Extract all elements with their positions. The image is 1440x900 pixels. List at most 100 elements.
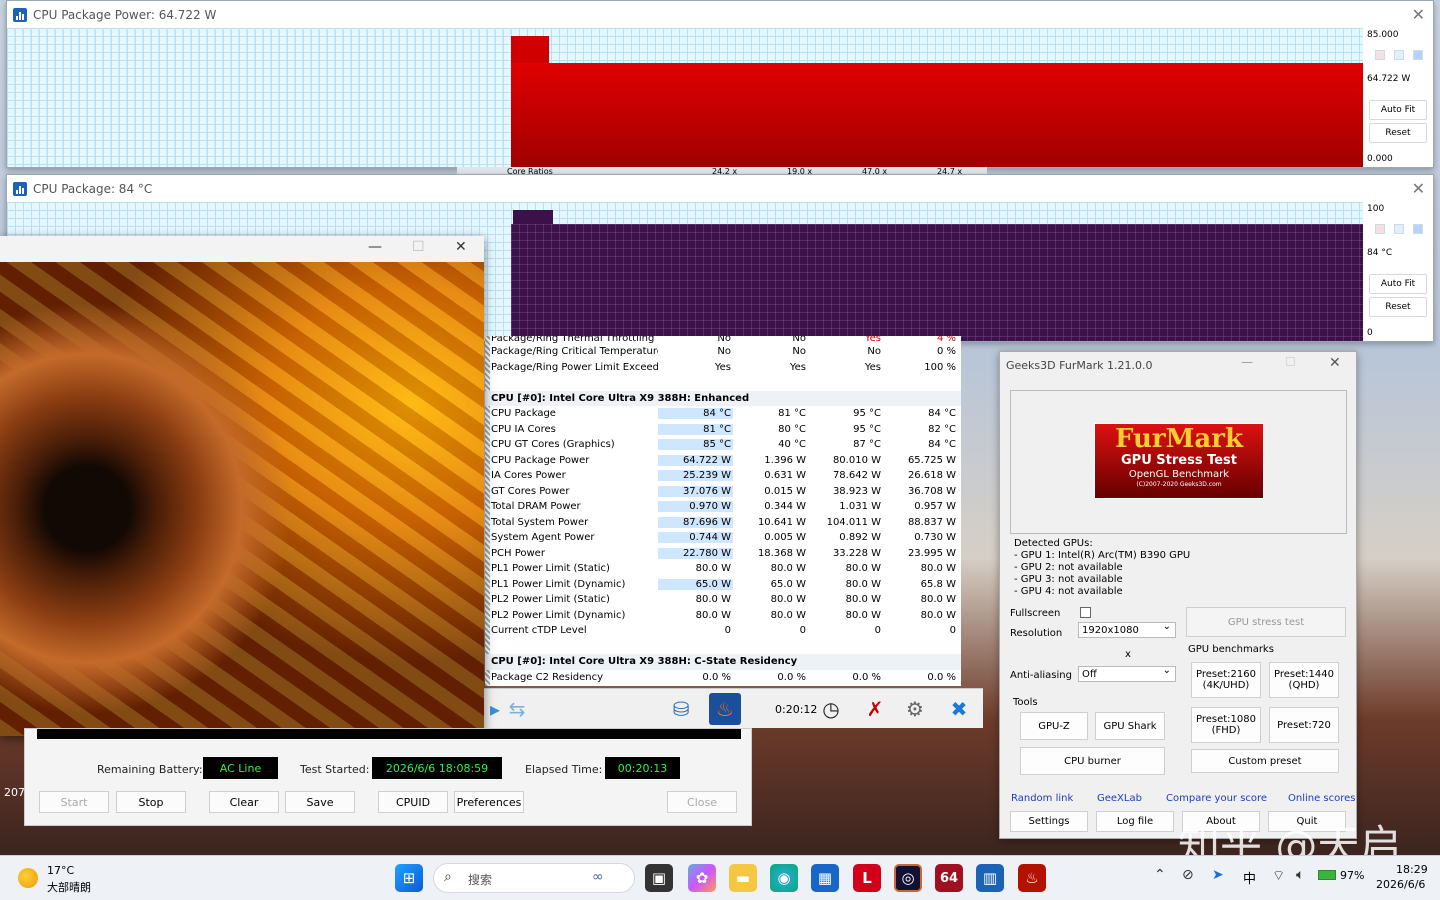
geexlab-link[interactable]: GeeXLab <box>1097 793 1142 804</box>
close-icon[interactable]: ✕ <box>1412 179 1425 198</box>
aida64-icon[interactable]: 64 <box>935 864 963 892</box>
edge-icon[interactable]: ◉ <box>770 864 798 892</box>
start-button[interactable]: Start <box>39 791 109 813</box>
cell-current: 37.076 W <box>658 485 733 497</box>
table-row[interactable]: System Agent Power 0.744 W 0.005 W 0.892 W 0… <box>485 530 961 546</box>
table-row[interactable]: PL2 Power Limit (Static) 80.0 W 80.0 W 80.0… <box>485 592 961 608</box>
power-graph-titlebar[interactable]: CPU Package Power: 64.722 W ✕ <box>7 1 1433 28</box>
windows-start-icon[interactable]: ⊞ <box>395 864 423 892</box>
clock-icon[interactable]: ◷ <box>815 693 847 725</box>
cpu-burner-button[interactable]: CPU burner <box>1020 747 1165 775</box>
color-swatch[interactable] <box>1394 224 1404 234</box>
wifi-icon[interactable]: ⌔ <box>1272 867 1285 885</box>
reset-button[interactable]: Reset <box>1369 123 1427 143</box>
table-row[interactable]: Current cTDP Level 0 0 0 0 <box>485 623 961 639</box>
table-row[interactable]: Package C2 Residency 0.0 % 0.0 % 0.0 % 0… <box>485 670 961 686</box>
color-swatch[interactable] <box>1394 50 1404 60</box>
table-row[interactable]: Total DRAM Power 0.970 W 0.344 W 1.031 W 0.9… <box>485 499 961 515</box>
minimize-icon[interactable]: — <box>368 239 382 255</box>
table-row[interactable]: PL2 Power Limit (Dynamic) 80.0 W 80.0 W 80.… <box>485 608 961 624</box>
color-swatch[interactable] <box>1375 224 1385 234</box>
color-swatch[interactable] <box>1413 224 1423 234</box>
settings-button[interactable]: Settings <box>1010 811 1088 832</box>
table-row[interactable]: Package/Ring Critical Temperature No No … <box>485 344 961 360</box>
color-swatch[interactable] <box>1375 50 1385 60</box>
table-row[interactable]: Total System Power 87.696 W 10.641 W 104.01… <box>485 515 961 531</box>
battery-icon[interactable] <box>1318 870 1336 880</box>
stop-button[interactable]: Stop <box>116 791 186 813</box>
weather-temp[interactable]: 17°C <box>47 864 74 877</box>
close-button[interactable]: Close <box>667 791 737 813</box>
send-icon[interactable]: ➤ <box>1212 867 1224 883</box>
preset-720-button[interactable]: Preset:720 <box>1269 707 1339 743</box>
file-explorer-icon[interactable]: ▬ <box>729 864 757 892</box>
auto-fit-button[interactable]: Auto Fit <box>1369 100 1427 120</box>
lenovo-vantage-icon[interactable]: L <box>853 864 881 892</box>
custom-preset-button[interactable]: Custom preset <box>1191 749 1339 773</box>
render-window-titlebar[interactable]: — ☐ ✕ <box>0 236 484 262</box>
furmark-taskbar-icon[interactable]: ♨ <box>1018 864 1046 892</box>
table-row[interactable]: PL1 Power Limit (Static) 80.0 W 80.0 W 80.0… <box>485 561 961 577</box>
close-icon[interactable]: ✕ <box>455 239 467 255</box>
table-row[interactable]: IA Cores Power 25.239 W 0.631 W 78.642 W 26.… <box>485 468 961 484</box>
preset-2160-button[interactable]: Preset:2160 (4K/UHD) <box>1191 662 1261 698</box>
clear-button[interactable]: Clear <box>209 791 279 813</box>
search-box[interactable]: ⌕ 搜索 ∞ <box>433 863 635 893</box>
table-row[interactable]: PL1 Power Limit (Dynamic) 65.0 W 65.0 W 80.… <box>485 577 961 593</box>
section-header[interactable]: CPU [#0]: Intel Core Ultra X9 388H: Enha… <box>485 390 961 406</box>
copilot-icon[interactable]: ✿ <box>688 864 716 892</box>
reset-log-icon[interactable]: ✗ <box>859 693 891 725</box>
close-icon[interactable]: ✕ <box>1329 355 1341 371</box>
clock-time[interactable]: 18:29 <box>1396 863 1428 876</box>
table-row[interactable]: Package/Ring Thermal Throttling No No Ye… <box>485 336 961 344</box>
log-file-button[interactable]: Log file <box>1096 811 1174 832</box>
store-icon[interactable]: ▦ <box>811 864 839 892</box>
input-language[interactable]: 中 <box>1243 868 1256 887</box>
cpu-flame-icon[interactable]: ♨ <box>709 693 741 725</box>
weather-icon[interactable] <box>18 868 38 888</box>
gear-icon[interactable]: ⚙ <box>899 693 931 725</box>
compare-score-link[interactable]: Compare your score <box>1166 793 1267 804</box>
collapse-arrows-icon[interactable]: ⇆ <box>501 693 533 725</box>
preset-1080-button[interactable]: Preset:1080 (FHD) <box>1191 707 1261 743</box>
close-icon[interactable]: ✕ <box>1412 5 1425 24</box>
task-view-icon[interactable]: ▣ <box>645 864 673 892</box>
table-row[interactable]: CPU Package 84 °C 81 °C 95 °C 84 °C <box>485 406 961 422</box>
gpuz-button[interactable]: GPU-Z <box>1020 712 1088 740</box>
table-row[interactable]: Package/Ring Power Limit Exceeded Yes Ye… <box>485 360 961 376</box>
weather-desc[interactable]: 大部晴朗 <box>47 879 91 895</box>
table-row[interactable]: PCH Power 22.780 W 18.368 W 33.228 W 23.995 … <box>485 546 961 562</box>
maximize-icon[interactable]: ☐ <box>1285 355 1296 369</box>
hwinfo-taskbar-icon[interactable]: ▥ <box>976 864 1004 892</box>
auto-fit-button[interactable]: Auto Fit <box>1369 274 1427 294</box>
network-icon[interactable]: ⛁ <box>665 693 697 725</box>
table-row[interactable]: CPU IA Cores 81 °C 80 °C 95 °C 82 °C <box>485 422 961 438</box>
app-ring-icon[interactable]: ◎ <box>894 864 922 892</box>
temperature-graph-titlebar[interactable]: CPU Package: 84 °C ✕ <box>7 175 1433 202</box>
preferences-button[interactable]: Preferences <box>454 791 524 813</box>
battery-percent[interactable]: 97% <box>1340 869 1364 882</box>
table-row[interactable]: GT Cores Power 37.076 W 0.015 W 38.923 W 36.… <box>485 484 961 500</box>
volume-icon[interactable]: 🔈︎ <box>1296 867 1304 883</box>
maximize-icon[interactable]: ☐ <box>412 239 425 255</box>
eye-off-icon[interactable]: ⊘ <box>1182 867 1194 883</box>
minimize-icon[interactable]: — <box>1241 355 1253 369</box>
table-row[interactable]: CPU GT Cores (Graphics) 85 °C 40 °C 87 °C 84… <box>485 437 961 453</box>
gpu-stress-test-button[interactable]: GPU stress test <box>1186 607 1346 637</box>
random-link[interactable]: Random link <box>1011 793 1073 804</box>
fullscreen-checkbox[interactable] <box>1080 607 1091 618</box>
clock-date[interactable]: 2026/6/6 <box>1376 878 1425 891</box>
table-row[interactable]: CPU Package Power 64.722 W 1.396 W 80.010 W… <box>485 453 961 469</box>
online-scores-link[interactable]: Online scores <box>1288 793 1356 804</box>
cpuid-button[interactable]: CPUID <box>378 791 448 813</box>
gpu-shark-button[interactable]: GPU Shark <box>1095 712 1165 740</box>
close-icon[interactable]: ✖ <box>943 693 975 725</box>
color-swatch[interactable] <box>1413 50 1423 60</box>
save-button[interactable]: Save <box>285 791 355 813</box>
anti-aliasing-select[interactable]: Off <box>1078 665 1176 682</box>
preset-1440-button[interactable]: Preset:1440 (QHD) <box>1269 662 1339 698</box>
section-header[interactable]: CPU [#0]: Intel Core Ultra X9 388H: C-St… <box>485 654 961 670</box>
reset-button[interactable]: Reset <box>1369 297 1427 317</box>
chevron-up-icon[interactable]: ⌃ <box>1154 867 1166 883</box>
resolution-select[interactable]: 1920x1080 <box>1078 621 1176 638</box>
